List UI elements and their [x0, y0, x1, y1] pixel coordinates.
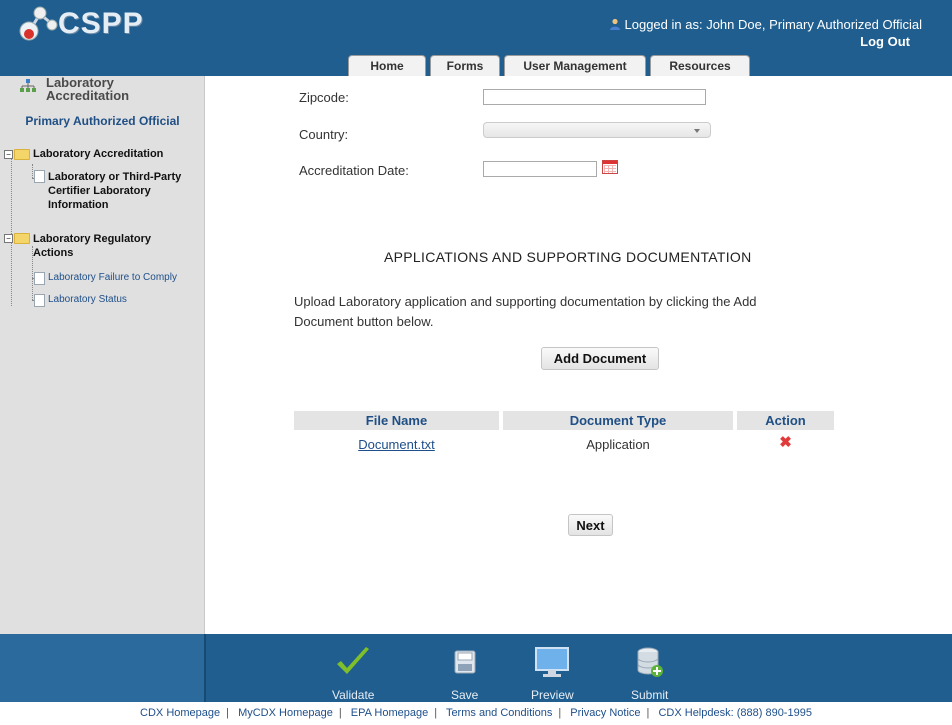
footer-link-cdx-homepage[interactable]: CDX Homepage [140, 707, 220, 719]
tab-forms[interactable]: Forms [430, 55, 500, 76]
country-label: Country: [299, 127, 349, 142]
collapse-icon[interactable]: − [4, 150, 13, 159]
sidebar-header: Laboratory Accreditation [20, 76, 129, 102]
column-header-document-type: Document Type [503, 411, 733, 430]
header: CSPP Logged in as: John Doe, Primary Aut… [0, 0, 952, 76]
footer-link-mycdx-homepage[interactable]: MyCDX Homepage [238, 707, 333, 719]
table-cell-document-type: Application [586, 436, 650, 452]
tree-line [32, 164, 33, 178]
logo-molecule-icon [14, 4, 62, 44]
logo-text: CSPP [58, 7, 144, 40]
footer-link-privacy[interactable]: Privacy Notice [570, 707, 640, 719]
calendar-icon[interactable] [602, 160, 618, 174]
accreditation-date-input[interactable] [483, 161, 597, 177]
tab-home[interactable]: Home [348, 55, 426, 76]
footer-separator: | [338, 707, 342, 719]
tree-node-label: Laboratory Status [48, 294, 127, 305]
save-button[interactable]: Save [451, 642, 478, 702]
tree-node-regulatory-actions[interactable]: − Laboratory Regulatory Actions [4, 232, 151, 260]
footer-link-epa-homepage[interactable]: EPA Homepage [351, 707, 428, 719]
tree-label-line2: Certifier Laboratory [48, 185, 151, 197]
collapse-icon[interactable]: − [4, 234, 13, 243]
tree-label-line1: Laboratory or Third-Party [48, 171, 182, 183]
document-file-link[interactable]: Document.txt [358, 437, 435, 452]
database-add-icon [636, 642, 664, 682]
logo: CSPP [14, 4, 144, 44]
main-nav-tabs: Home Forms User Management Resources [348, 55, 754, 76]
document-icon [34, 294, 45, 307]
sitemap-icon [20, 78, 36, 94]
action-bar-left-panel [0, 634, 206, 702]
tree-node-label: Laboratory Accreditation [33, 148, 164, 160]
floppy-disk-icon [454, 642, 476, 682]
save-label: Save [451, 688, 479, 702]
tree-node-label: Laboratory Failure to Comply [48, 272, 177, 283]
tab-user-management[interactable]: User Management [504, 55, 646, 76]
preview-button[interactable]: Preview [531, 642, 574, 702]
tree-node-label: Laboratory Regulatory Actions [33, 232, 151, 260]
app-root: CSPP Logged in as: John Doe, Primary Aut… [0, 0, 952, 725]
validate-button[interactable]: Validate [332, 642, 374, 702]
footer-separator: | [558, 707, 562, 719]
monitor-icon [534, 642, 570, 682]
document-icon [34, 170, 45, 183]
table-cell-action: ✖ [737, 432, 834, 452]
footer-link-helpdesk[interactable]: CDX Helpdesk: (888) 890-1995 [658, 707, 811, 719]
folder-icon [14, 233, 30, 244]
tree-label-line2: Actions [33, 247, 74, 259]
sidebar-role: Primary Authorized Official [25, 114, 180, 128]
tree-label-line3: Information [48, 199, 109, 211]
sidebar: Laboratory Accreditation Primary Authori… [0, 76, 205, 634]
tab-resources[interactable]: Resources [650, 55, 750, 76]
footer: CDX Homepage | MyCDX Homepage | EPA Homepa… [0, 702, 952, 725]
footer-link-terms[interactable]: Terms and Conditions [446, 707, 552, 719]
table-cell-file-name: Document.txt [294, 434, 499, 454]
footer-separator: | [226, 707, 229, 719]
zipcode-label: Zipcode: [299, 90, 349, 105]
submit-label: Submit [631, 688, 669, 702]
chevron-down-icon [694, 129, 700, 133]
tree-node-laboratory-information[interactable]: Laboratory or Third-Party Certifier Labo… [34, 170, 181, 212]
column-header-action: Action [737, 411, 834, 430]
upload-instructions: Upload Laboratory application and suppor… [294, 294, 757, 329]
document-icon [34, 272, 45, 285]
add-document-button[interactable]: Add Document [541, 347, 659, 370]
tree-label-line1: Laboratory Regulatory [33, 233, 151, 245]
login-status: Logged in as: John Doe, Primary Authoriz… [609, 17, 922, 32]
delete-icon[interactable]: ✖ [779, 433, 792, 451]
checkmark-icon [335, 642, 371, 682]
column-header-file-name: File Name [294, 411, 499, 430]
preview-label: Preview [531, 688, 574, 702]
user-icon [609, 18, 620, 30]
documents-section-title: APPLICATIONS AND SUPPORTING DOCUMENTATIO… [384, 249, 752, 265]
zipcode-input[interactable] [483, 89, 706, 105]
footer-separator: | [434, 707, 438, 719]
logout-link[interactable]: Log Out [860, 34, 910, 49]
tree-node-failure-to-comply[interactable]: Laboratory Failure to Comply [34, 272, 177, 285]
login-text: Logged in as: John Doe, Primary Authoriz… [624, 17, 922, 32]
validate-label: Validate [332, 688, 375, 702]
action-bar: Validate Save Preview Submit [0, 634, 952, 702]
sidebar-title-line2: Accreditation [46, 88, 130, 103]
next-button[interactable]: Next [568, 514, 613, 536]
country-select[interactable] [483, 122, 711, 138]
accreditation-date-label: Accreditation Date: [299, 163, 409, 178]
tree-node-label: Laboratory or Third-Party Certifier Labo… [48, 170, 181, 212]
tree-node-laboratory-accreditation[interactable]: − Laboratory Accreditation [4, 148, 163, 160]
folder-icon [14, 149, 30, 160]
footer-separator: | [646, 707, 650, 719]
submit-button[interactable]: Submit [631, 642, 668, 702]
sidebar-title: Laboratory Accreditation [46, 76, 129, 102]
tree-node-laboratory-status[interactable]: Laboratory Status [34, 294, 127, 307]
